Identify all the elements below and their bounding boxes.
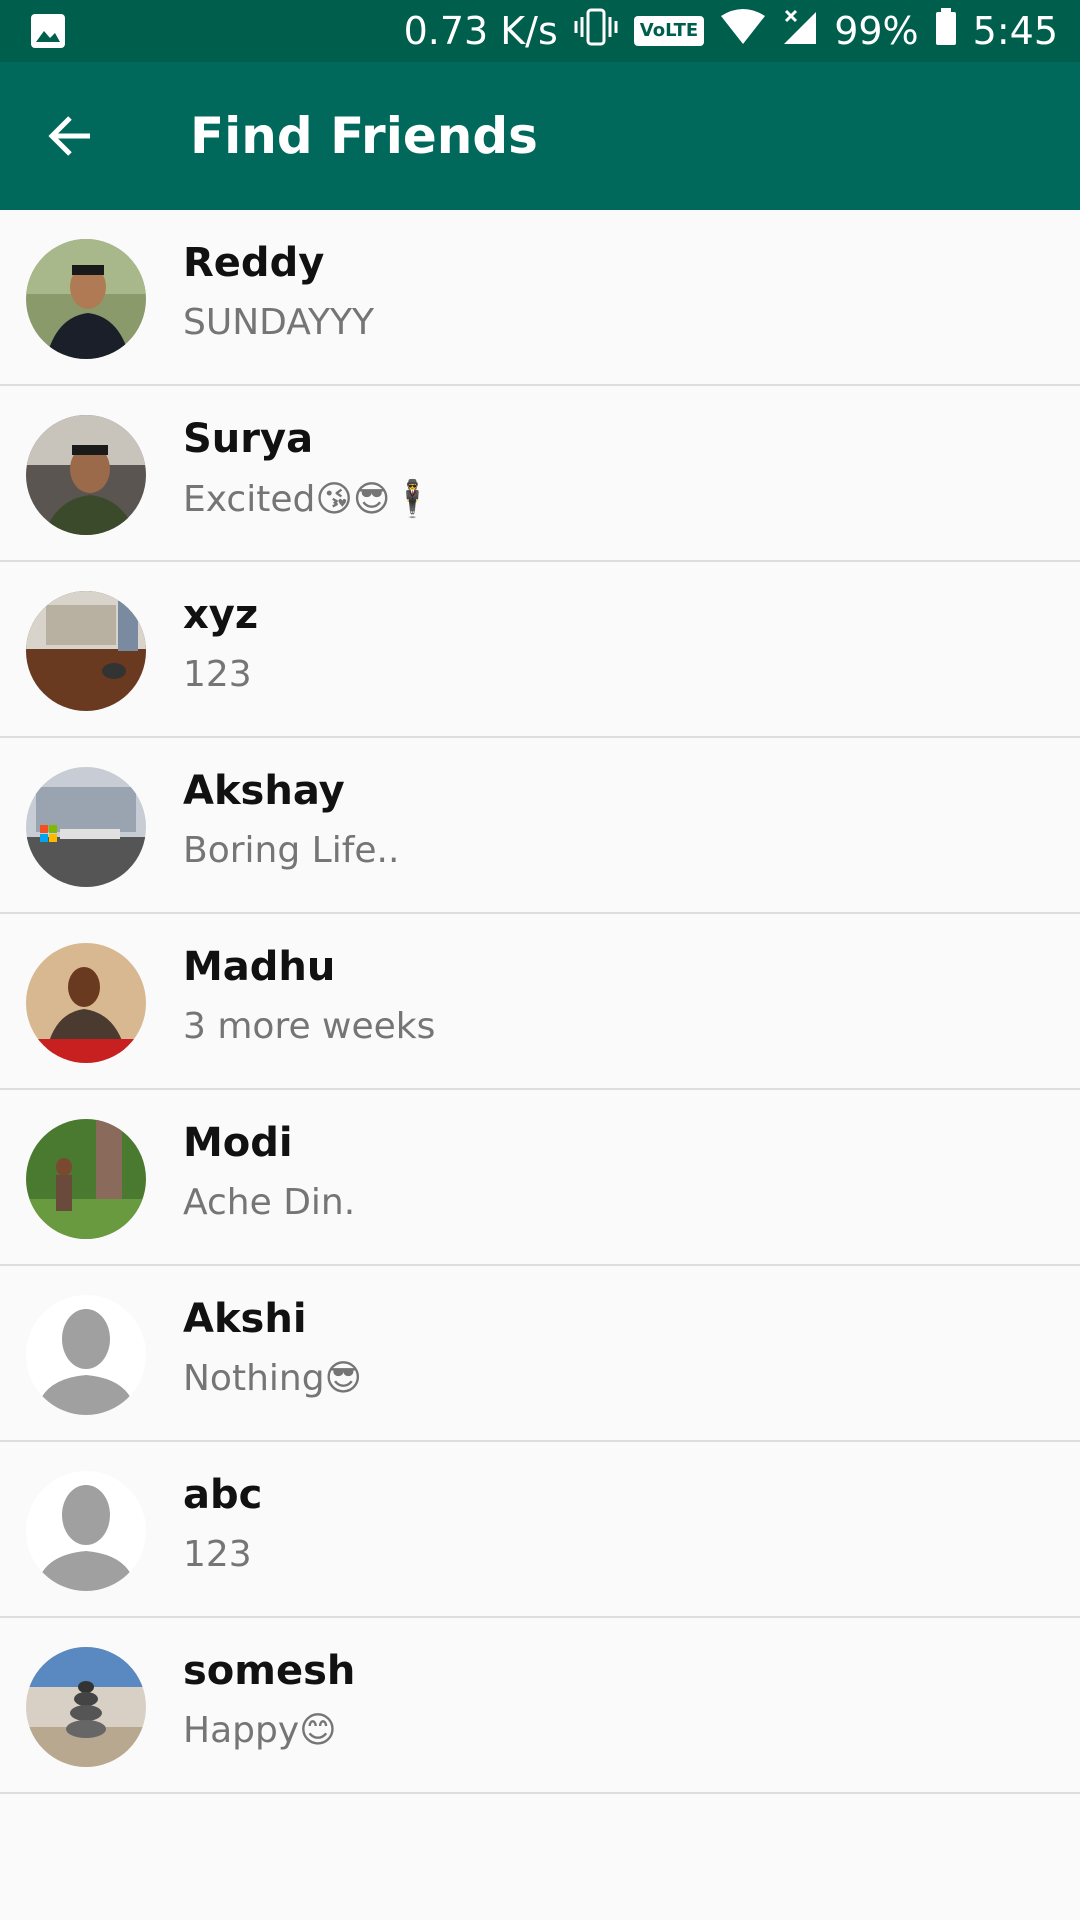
friend-name: abc <box>183 1472 263 1518</box>
clock: 5:45 <box>972 9 1058 53</box>
avatar <box>26 1119 146 1239</box>
friend-name: xyz <box>183 592 259 638</box>
friend-status: 3 more weeks <box>183 1006 436 1047</box>
net-speed: 0.73 K/s <box>403 9 558 53</box>
friend-status: 123 <box>183 654 252 695</box>
avatar <box>26 943 146 1063</box>
friend-status: Nothing😎 <box>183 1358 363 1399</box>
list-item[interactable]: Akshi Nothing😎 <box>0 1266 1080 1442</box>
friends-list: Reddy SUNDAYYY Surya Excited😘😎🕴 xyz 123 … <box>0 210 1080 1794</box>
friend-name: somesh <box>183 1648 356 1694</box>
avatar <box>26 1647 146 1767</box>
page-title: Find Friends <box>190 107 538 165</box>
avatar <box>26 767 146 887</box>
list-item[interactable]: Reddy SUNDAYYY <box>0 210 1080 386</box>
friend-status: SUNDAYYY <box>183 302 375 343</box>
wifi-icon <box>720 8 766 55</box>
friend-name: Surya <box>183 416 314 462</box>
friend-name: Reddy <box>183 240 325 286</box>
status-indicators: 0.73 K/s VoLTE 99% 5:45 <box>404 0 1058 62</box>
avatar <box>26 415 146 535</box>
friend-status: Ache Din. <box>183 1182 356 1223</box>
avatar <box>26 591 146 711</box>
volte-badge: VoLTE <box>633 16 705 46</box>
back-button[interactable] <box>38 104 102 168</box>
signal-icon <box>782 8 818 55</box>
vibrate-icon <box>574 7 618 56</box>
friend-name: Akshi <box>183 1296 307 1342</box>
list-item[interactable]: somesh Happy😊 <box>0 1618 1080 1794</box>
list-item[interactable]: Madhu 3 more weeks <box>0 914 1080 1090</box>
friend-status: Boring Life.. <box>183 830 400 871</box>
friend-name: Modi <box>183 1120 293 1166</box>
arrow-back-icon <box>48 116 90 156</box>
list-item[interactable]: abc 123 <box>0 1442 1080 1618</box>
friend-name: Madhu <box>183 944 336 990</box>
battery-percent: 99% <box>834 9 919 53</box>
list-item[interactable]: xyz 123 <box>0 562 1080 738</box>
status-bar: 0.73 K/s VoLTE 99% 5:45 <box>0 0 1080 62</box>
avatar <box>26 1471 146 1591</box>
app-bar: Find Friends <box>0 62 1080 210</box>
avatar <box>26 1295 146 1415</box>
list-item[interactable]: Akshay Boring Life.. <box>0 738 1080 914</box>
list-item[interactable]: Surya Excited😘😎🕴 <box>0 386 1080 562</box>
image-icon <box>30 13 66 49</box>
friend-name: Akshay <box>183 768 345 814</box>
battery-icon <box>935 7 957 55</box>
friend-status: Happy😊 <box>183 1710 337 1751</box>
friend-status: Excited😘😎🕴 <box>183 479 436 520</box>
list-item[interactable]: Modi Ache Din. <box>0 1090 1080 1266</box>
avatar <box>26 239 146 359</box>
friend-status: 123 <box>183 1534 252 1575</box>
